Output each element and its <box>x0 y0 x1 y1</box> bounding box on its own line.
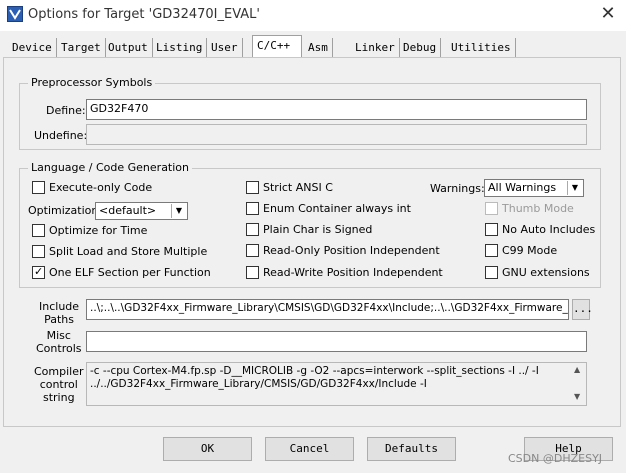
c99-mode-checkbox[interactable] <box>485 244 498 257</box>
undefine-input[interactable] <box>86 124 587 145</box>
language-group-label: Language / Code Generation <box>28 161 193 174</box>
no-auto-includes-checkbox[interactable] <box>485 223 498 236</box>
plain-char-checkbox[interactable] <box>246 223 259 236</box>
close-icon[interactable]: ✕ <box>598 4 618 24</box>
include-paths-label-line1: Include <box>39 300 80 313</box>
include-paths-label: Include Paths <box>39 300 79 326</box>
keil-app-icon <box>7 6 23 22</box>
optimization-label: Optimization: <box>28 204 103 217</box>
no-auto-includes-label: No Auto Includes <box>502 223 596 236</box>
ro-pi-checkbox[interactable] <box>246 244 259 257</box>
chevron-down-icon: ▼ <box>567 181 582 195</box>
execute-only-checkbox[interactable] <box>32 181 45 194</box>
compiler-control-label-line3: string <box>42 391 75 404</box>
optimization-select[interactable]: <default> ▼ <box>95 202 188 220</box>
compiler-control-string: -c --cpu Cortex-M4.fp.sp -D__MICROLIB -g… <box>86 362 587 406</box>
c99-mode-label: C99 Mode <box>502 244 558 257</box>
tab-utilities[interactable]: Utilities <box>447 38 516 57</box>
rw-pi-label: Read-Write Position Independent <box>263 266 443 279</box>
compiler-control-label: Compiler control string <box>34 365 84 404</box>
tab-output[interactable]: Output <box>104 38 153 57</box>
scroll-up-icon[interactable]: ▲ <box>574 365 624 374</box>
ok-button[interactable]: OK <box>163 437 252 461</box>
include-paths-label-line2: Paths <box>44 313 74 326</box>
misc-controls-label: Misc Controls <box>36 329 82 355</box>
gnu-extensions-checkbox[interactable] <box>485 266 498 279</box>
plain-char-label: Plain Char is Signed <box>263 223 373 236</box>
thumb-mode-checkbox[interactable] <box>485 202 498 215</box>
split-load-checkbox[interactable] <box>32 245 45 258</box>
enum-container-label: Enum Container always int <box>263 202 411 215</box>
tab-target[interactable]: Target <box>57 38 106 57</box>
rw-pi-checkbox[interactable] <box>246 266 259 279</box>
undefine-label: Undefine: <box>34 129 88 142</box>
defaults-button[interactable]: Defaults <box>367 437 456 461</box>
execute-only-label: Execute-only Code <box>49 181 153 194</box>
tab-c-cpp[interactable]: C/C++ <box>252 35 302 57</box>
window-title: Options for Target 'GD32470I_EVAL' <box>28 7 260 22</box>
compiler-control-line2: ../../GD32F4xx_Firmware_Library/CMSIS/GD… <box>90 378 427 390</box>
strict-ansi-checkbox[interactable] <box>246 181 259 194</box>
warnings-label: Warnings: <box>430 182 485 195</box>
compiler-control-line1: -c --cpu Cortex-M4.fp.sp -D__MICROLIB -g… <box>90 365 539 377</box>
tab-user[interactable]: User <box>207 38 243 57</box>
tab-asm[interactable]: Asm <box>304 38 333 57</box>
misc-controls-input[interactable] <box>86 331 587 352</box>
strict-ansi-label: Strict ANSI C <box>263 181 333 194</box>
misc-controls-label-line1: Misc <box>46 329 71 342</box>
misc-controls-label-line2: Controls <box>36 342 82 355</box>
compiler-control-label-line1: Compiler <box>34 365 84 378</box>
define-label: Define: <box>46 104 86 117</box>
compiler-control-label-line2: control <box>39 378 78 391</box>
optimize-time-checkbox[interactable] <box>32 224 45 237</box>
ro-pi-label: Read-Only Position Independent <box>263 244 440 257</box>
scroll-down-icon[interactable]: ▼ <box>574 392 624 401</box>
warnings-select[interactable]: All Warnings ▼ <box>484 179 584 197</box>
gnu-extensions-label: GNU extensions <box>502 266 590 279</box>
tab-listing[interactable]: Listing <box>152 38 208 57</box>
csdn-watermark: CSDN @DHZESYJ <box>508 452 603 465</box>
split-load-label: Split Load and Store Multiple <box>49 245 208 258</box>
enum-container-checkbox[interactable] <box>246 202 259 215</box>
include-paths-input[interactable]: ..\;..\..\GD32F4xx_Firmware_Library\CMSI… <box>86 299 569 320</box>
one-elf-checkbox[interactable]: ✓ <box>32 265 45 279</box>
warnings-value: All Warnings <box>488 181 557 194</box>
tab-linker[interactable]: Linker <box>351 38 400 57</box>
optimize-time-label: Optimize for Time <box>49 224 148 237</box>
preprocessor-group-label: Preprocessor Symbols <box>28 76 156 89</box>
cancel-button[interactable]: Cancel <box>265 437 354 461</box>
define-input[interactable]: GD32F470 <box>86 99 587 120</box>
one-elf-label: One ELF Section per Function <box>49 266 211 279</box>
optimization-value: <default> <box>99 204 157 217</box>
thumb-mode-label: Thumb Mode <box>502 202 574 215</box>
tab-device[interactable]: Device <box>8 38 57 57</box>
include-paths-browse-button[interactable]: ... <box>572 299 593 320</box>
tab-debug[interactable]: Debug <box>399 38 442 57</box>
checkmark-icon: ✓ <box>34 265 44 278</box>
chevron-down-icon: ▼ <box>171 204 186 218</box>
